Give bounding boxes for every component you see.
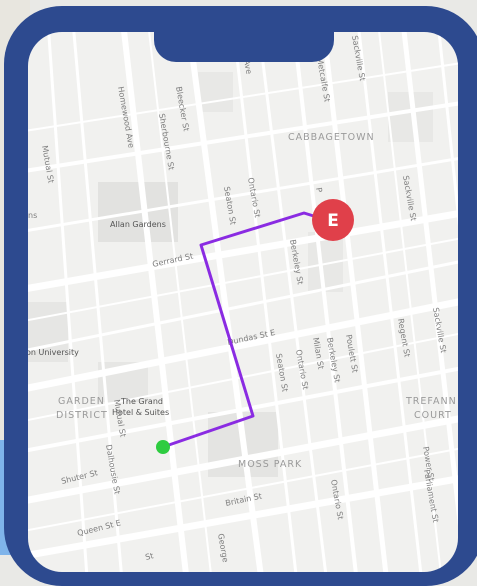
area-label-district: DISTRICT — [56, 410, 108, 421]
street-label-milan: Milan St — [311, 337, 325, 370]
street-label-bleecker: Bleecker St — [174, 86, 191, 132]
area-label-trefann: TREFANN — [405, 396, 457, 407]
street-label-george: George — [216, 533, 230, 563]
street-label-mutual-top: Mutual St — [40, 145, 55, 184]
end-marker-label: E — [327, 211, 339, 231]
phone-notch — [154, 12, 334, 62]
street-label-regent: Regent St — [396, 318, 412, 358]
street-label-sackville-right: Sackville St — [401, 175, 418, 222]
phone-frame: CABBAGETOWN MOSS PARK GARDEN DISTRICT TR… — [4, 6, 477, 586]
end-marker[interactable]: E — [312, 199, 354, 241]
street-label-seaton-top: Seaton St — [222, 186, 238, 226]
area-label-garden: GARDEN — [58, 396, 105, 407]
start-marker[interactable] — [156, 440, 170, 454]
street-label-ns: ns — [28, 211, 37, 220]
street-label-sackville-top: Sackville St — [350, 35, 367, 82]
poi-label-university: on University — [28, 348, 79, 357]
street-label-ontario-top: Ontario St — [246, 177, 262, 219]
street-label-st: St — [144, 551, 154, 562]
street-label-ontario-mid: Ontario St — [294, 349, 310, 391]
street-label-parliament: Parliament St — [422, 469, 440, 523]
map-view[interactable]: CABBAGETOWN MOSS PARK GARDEN DISTRICT TR… — [28, 32, 458, 572]
street-label-sherbourne: Sherbourne St — [157, 113, 176, 171]
area-label-court: COURT — [414, 410, 452, 421]
street-label-sackville-mid: Sackville St — [431, 307, 448, 354]
street-label-britain: Britain St — [225, 491, 263, 508]
map-screen[interactable]: CABBAGETOWN MOSS PARK GARDEN DISTRICT TR… — [28, 32, 458, 572]
street-label-seaton-mid: Seaton St — [274, 353, 290, 393]
poi-label-allan-gardens: Allan Gardens — [110, 220, 166, 229]
area-label-moss-park: MOSS PARK — [238, 459, 302, 470]
area-label-cabbagetown: CABBAGETOWN — [288, 132, 375, 143]
poi-label-grand-1: The Grand — [120, 397, 163, 406]
street-label-p: P — [314, 187, 324, 193]
block-3 — [198, 72, 233, 112]
map-roads — [28, 32, 458, 572]
